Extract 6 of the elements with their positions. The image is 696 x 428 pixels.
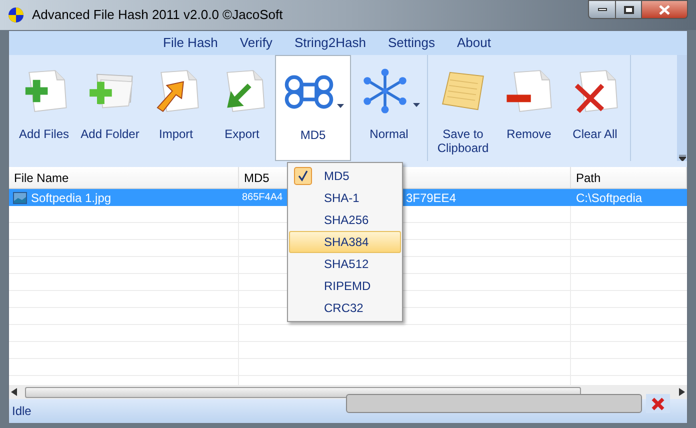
window-title: Advanced File Hash 2011 v2.0.0 ©JacoSoft xyxy=(32,6,283,24)
table-cell-text: 865F4A4 xyxy=(242,191,283,205)
table-cell-text: C:\Softpedia xyxy=(575,190,644,206)
table-cell-text: 3F79EE4 xyxy=(406,190,456,206)
status-text: Idle xyxy=(12,403,32,420)
table-cell-text: Softpedia 1.jpg xyxy=(31,190,112,206)
